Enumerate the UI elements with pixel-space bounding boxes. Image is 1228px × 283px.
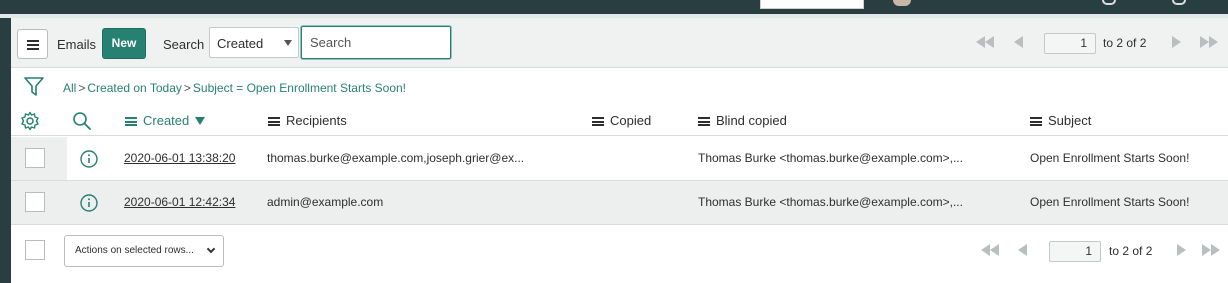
first-page-icon[interactable] [981, 244, 990, 256]
global-search-box[interactable] [760, 0, 864, 9]
column-menu-icon[interactable] [1030, 117, 1042, 126]
breadcrumb-item-subject[interactable]: Subject = Open Enrollment Starts Soon! [193, 81, 406, 95]
last-page-icon[interactable] [1202, 244, 1211, 256]
page-range-text: to 2 of 2 [1103, 36, 1147, 50]
column-header-blind-copied[interactable]: Blind copied [698, 113, 787, 128]
breadcrumb-item-all[interactable]: All [63, 81, 76, 95]
page-range-text: to 2 of 2 [1109, 244, 1153, 258]
gear-icon[interactable] [20, 111, 40, 131]
column-menu-icon[interactable] [592, 117, 604, 126]
search-label: Search [163, 37, 205, 52]
search-field-select[interactable]: Created [209, 27, 299, 58]
previous-page-icon[interactable] [1014, 36, 1023, 48]
top-pagination: 1 to 2 of 2 [976, 33, 1226, 55]
next-page-icon[interactable] [1177, 244, 1186, 256]
table-row: 2020-06-01 12:42:34 admin@example.com Th… [11, 181, 1228, 225]
bottom-pagination: 1 to 2 of 2 [981, 241, 1226, 263]
row-checkbox[interactable] [25, 148, 45, 168]
column-label: Subject [1048, 113, 1092, 128]
column-header-copied[interactable]: Copied [592, 113, 651, 128]
column-header-created[interactable]: Created [125, 113, 206, 128]
chevron-down-icon [206, 244, 216, 254]
column-header-subject[interactable]: Subject [1030, 113, 1091, 128]
column-label: Recipients [286, 113, 347, 128]
column-label: Created [143, 113, 190, 128]
actions-select-value: Actions on selected rows... [75, 245, 194, 256]
list-title: Emails [57, 37, 97, 52]
info-circle-icon[interactable] [80, 150, 98, 168]
page-number-input[interactable]: 1 [1044, 33, 1096, 54]
column-label: Blind copied [716, 113, 787, 128]
column-menu-icon[interactable] [268, 117, 280, 126]
blind-copied-cell: Thomas Burke <thomas.burke@example.com>,… [698, 195, 963, 209]
actions-select[interactable]: Actions on selected rows... [64, 235, 224, 267]
top-navigation-bar [0, 0, 1228, 14]
left-nav-edge [0, 18, 11, 283]
page-number-input[interactable]: 1 [1049, 241, 1101, 262]
list-footer: Actions on selected rows... 1 to 2 of 2 [11, 225, 1228, 283]
created-link[interactable]: 2020-06-01 12:42:34 [124, 195, 235, 209]
sort-descending-icon [195, 117, 206, 125]
breadcrumb-trail: All > Created on Today > Subject = Open Enro… [63, 81, 406, 95]
help-icon[interactable] [1172, 0, 1186, 5]
breadcrumb-separator: > [78, 81, 86, 95]
column-menu-icon[interactable] [125, 117, 137, 126]
first-page-icon[interactable] [976, 36, 985, 48]
table-row: 2020-06-01 13:38:20 thomas.burke@example… [11, 137, 1228, 181]
breadcrumb-separator: > [183, 81, 191, 95]
column-header-recipients[interactable]: Recipients [268, 113, 347, 128]
new-button[interactable]: New [102, 28, 146, 59]
select-all-checkbox[interactable] [25, 240, 45, 260]
next-page-icon[interactable] [1172, 36, 1181, 48]
breadcrumb-item-created-today[interactable]: Created on Today [87, 81, 182, 95]
magnifier-icon[interactable] [72, 111, 92, 131]
search-input[interactable] [301, 26, 451, 59]
hamburger-icon [27, 40, 39, 42]
user-avatar[interactable] [893, 0, 911, 6]
search-field-value: Created [217, 36, 264, 51]
column-label: Copied [610, 113, 652, 128]
caret-down-icon [284, 40, 292, 46]
blind-copied-cell: Thomas Burke <thomas.burke@example.com>,… [698, 151, 963, 165]
created-link[interactable]: 2020-06-01 13:38:20 [124, 151, 235, 165]
email-list-view: Emails New Search Created 1 to 2 of 2 Al… [11, 18, 1228, 283]
funnel-icon[interactable] [23, 76, 45, 98]
global-search-icon[interactable] [1102, 0, 1116, 5]
previous-page-icon[interactable] [1018, 244, 1027, 256]
subject-cell: Open Enrollment Starts Soon! [1030, 151, 1190, 165]
list-header: Emails New Search Created 1 to 2 of 2 [11, 18, 1228, 68]
list-menu-button[interactable] [17, 29, 48, 59]
info-circle-icon[interactable] [80, 194, 98, 212]
recipients-cell: thomas.burke@example.com,joseph.grier@ex… [267, 151, 525, 165]
column-menu-icon[interactable] [698, 117, 710, 126]
last-page-icon[interactable] [1200, 36, 1209, 48]
row-checkbox[interactable] [25, 192, 45, 212]
column-header-row: Created Recipients Copied Blind copied S… [11, 106, 1228, 136]
subject-cell: Open Enrollment Starts Soon! [1030, 195, 1190, 209]
recipients-cell: admin@example.com [267, 195, 384, 209]
